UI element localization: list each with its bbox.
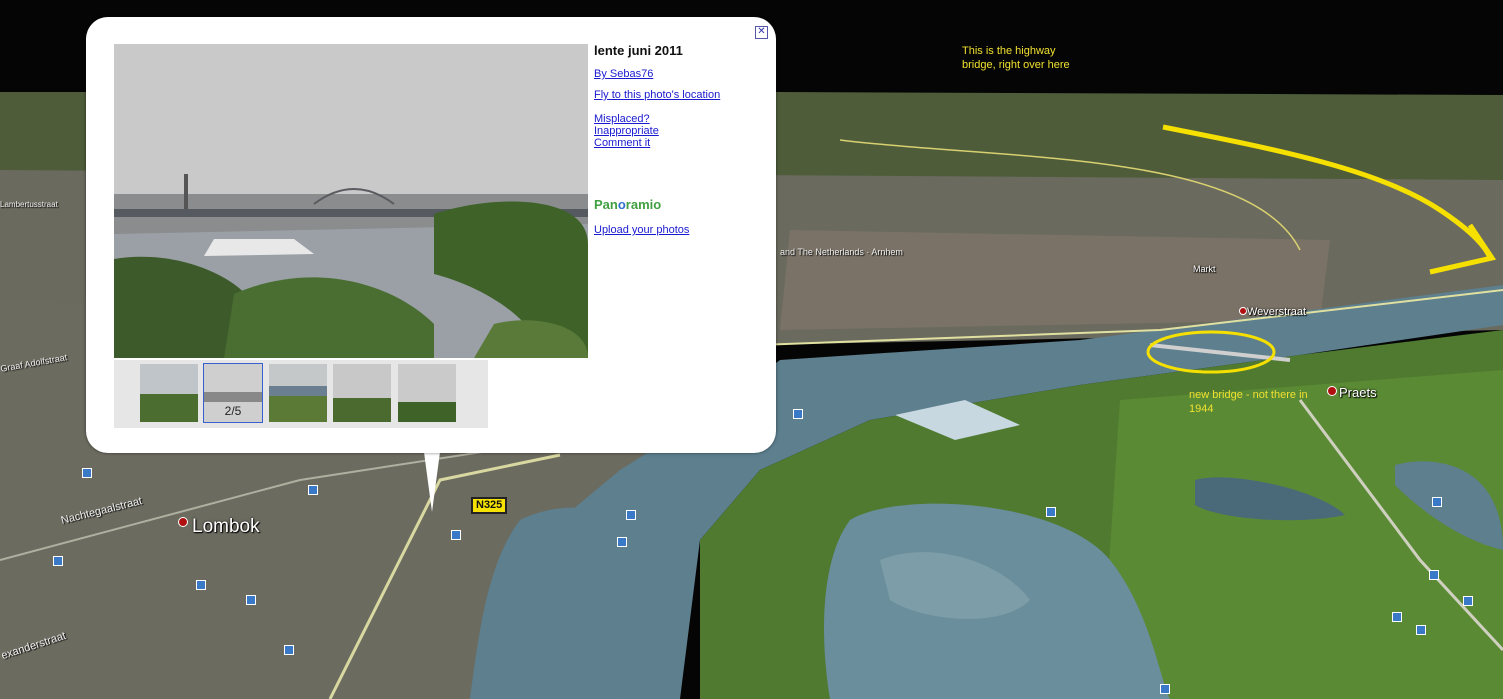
place-label-markt: Markt	[1193, 264, 1216, 274]
photo-marker[interactable]	[793, 409, 803, 419]
photo-marker[interactable]	[451, 530, 461, 540]
weverstraat-marker[interactable]	[1239, 307, 1247, 315]
main-photo[interactable]	[114, 44, 588, 358]
annotation-new-bridge: new bridge - not there in 1944	[1189, 388, 1308, 416]
thumbnail-2[interactable]: 2/5	[203, 363, 263, 423]
thumbnail-1[interactable]	[140, 364, 198, 422]
annotation-highway-line2: bridge, right over here	[962, 59, 1070, 71]
photo-title: lente juni 2011	[594, 43, 683, 58]
lombok-marker[interactable]	[178, 517, 188, 527]
fly-to-location-link[interactable]: Fly to this photo's location	[594, 89, 764, 101]
thumbnail-4[interactable]	[333, 364, 391, 422]
inappropriate-link[interactable]: Inappropriate	[594, 125, 764, 137]
photo-marker[interactable]	[1416, 625, 1426, 635]
praets-marker[interactable]	[1327, 386, 1337, 396]
photo-info-balloon: ✕ 2/5 lente juni 2011 By Sebas76 Fly to …	[86, 17, 776, 453]
route-shield-n325: N325	[471, 497, 508, 514]
photo-marker[interactable]	[626, 510, 636, 520]
place-label-weverstraat: Weverstraat	[1247, 306, 1307, 318]
close-icon[interactable]: ✕	[755, 26, 768, 39]
photo-marker[interactable]	[1392, 612, 1402, 622]
photo-marker[interactable]	[196, 580, 206, 590]
comment-link[interactable]: Comment it	[594, 137, 764, 149]
photo-marker[interactable]	[246, 595, 256, 605]
photo-marker[interactable]	[1429, 570, 1439, 580]
balloon-pointer	[424, 452, 440, 512]
author-link[interactable]: By Sebas76	[594, 68, 764, 80]
photo-marker[interactable]	[1432, 497, 1442, 507]
road-label-4: Lambertusstraat	[0, 200, 58, 209]
place-label-lombok: Lombok	[192, 516, 260, 537]
photo-marker[interactable]	[308, 485, 318, 495]
photo-marker[interactable]	[53, 556, 63, 566]
photo-marker[interactable]	[284, 645, 294, 655]
thumbnail-5[interactable]	[398, 364, 456, 422]
photo-marker[interactable]	[1160, 684, 1170, 694]
annotation-newbridge-line1: new bridge - not there in	[1189, 389, 1308, 401]
place-label-praets: Praets	[1339, 385, 1377, 400]
label-netherlands: and The Netherlands · Arnhem	[780, 247, 903, 257]
thumbnail-counter: 2/5	[224, 404, 242, 418]
photo-marker[interactable]	[617, 537, 627, 547]
photo-marker[interactable]	[1046, 507, 1056, 517]
misplaced-link[interactable]: Misplaced?	[594, 113, 764, 125]
thumbnail-3[interactable]	[269, 364, 327, 422]
photo-marker[interactable]	[1463, 596, 1473, 606]
annotation-newbridge-line2: 1944	[1189, 403, 1214, 415]
photo-info-panel: lente juni 2011 By Sebas76 Fly to this p…	[594, 43, 764, 236]
photo-marker[interactable]	[82, 468, 92, 478]
panoramio-logo[interactable]: Panoramio	[594, 197, 764, 212]
annotation-highway: This is the highway bridge, right over h…	[962, 44, 1070, 72]
thumbnail-strip: 2/5	[114, 360, 488, 428]
annotation-highway-line1: This is the highway	[962, 45, 1056, 57]
upload-photos-link[interactable]: Upload your photos	[594, 224, 764, 236]
